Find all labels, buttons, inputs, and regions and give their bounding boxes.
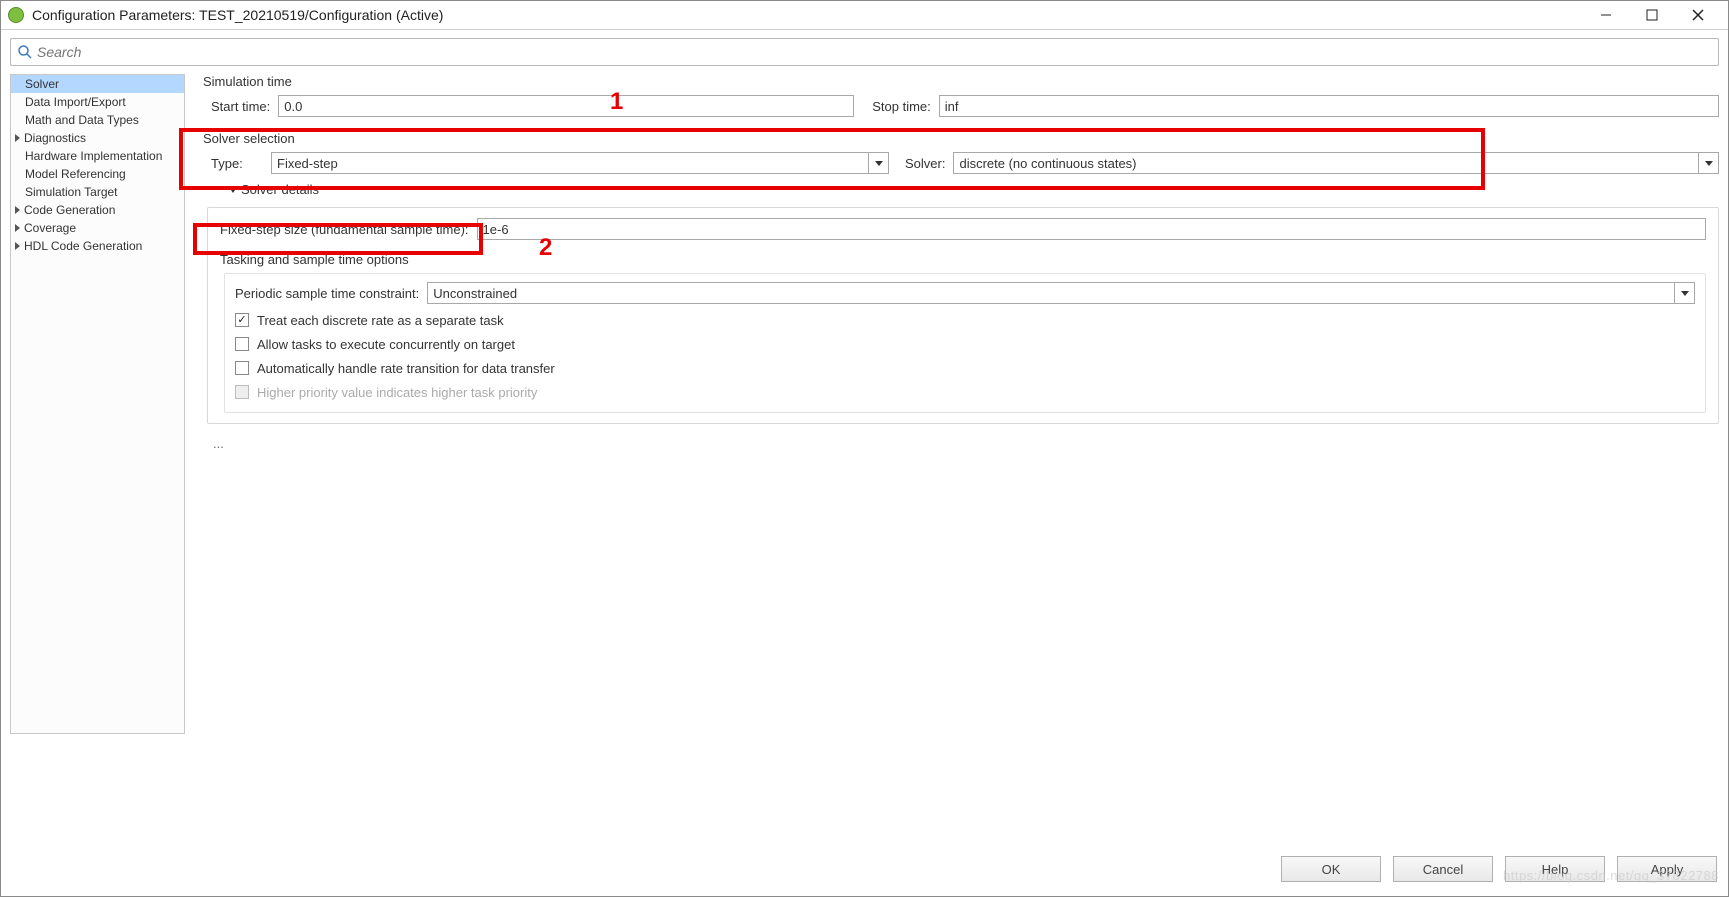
search-input[interactable]: [37, 39, 1712, 65]
help-button[interactable]: Help: [1505, 856, 1605, 882]
solver-selection-title: Solver selection: [203, 131, 1719, 146]
sidebar-item-label: Code Generation: [24, 203, 115, 217]
ok-button[interactable]: OK: [1281, 856, 1381, 882]
solver-label: Solver:: [905, 156, 945, 171]
main-area: Solver Data Import/Export Math and Data …: [0, 74, 1729, 734]
chevron-down-icon: [1698, 153, 1718, 173]
higher-priority-label: Higher priority value indicates higher t…: [257, 385, 537, 400]
sidebar-item-hardware-implementation[interactable]: Hardware Implementation: [11, 147, 184, 165]
sidebar-item-label: Math and Data Types: [25, 113, 139, 127]
ok-label: OK: [1322, 862, 1341, 877]
fixed-step-size-label: Fixed-step size (fundamental sample time…: [220, 222, 469, 237]
sidebar-item-solver[interactable]: Solver: [11, 75, 184, 93]
sidebar-item-simulation-target[interactable]: Simulation Target: [11, 183, 184, 201]
sidebar-item-coverage[interactable]: Coverage: [11, 219, 184, 237]
solver-selection-group: Solver selection Type: Fixed-step Solver…: [203, 131, 1719, 174]
rate-transition-label: Automatically handle rate transition for…: [257, 361, 555, 376]
app-icon: [8, 7, 24, 23]
concurrent-tasks-checkbox[interactable]: [235, 337, 249, 351]
solver-details-title: Solver details: [241, 182, 319, 197]
close-button[interactable]: [1675, 0, 1721, 30]
sidebar-item-model-referencing[interactable]: Model Referencing: [11, 165, 184, 183]
sidebar-item-data-import-export[interactable]: Data Import/Export: [11, 93, 184, 111]
fixed-step-size-input[interactable]: [477, 218, 1706, 240]
sidebar-item-label: Diagnostics: [24, 131, 86, 145]
solver-details-expander[interactable]: Solver details: [229, 182, 1719, 197]
cancel-button[interactable]: Cancel: [1393, 856, 1493, 882]
discrete-rate-label: Treat each discrete rate as a separate t…: [257, 313, 504, 328]
start-time-input[interactable]: [278, 95, 854, 117]
cancel-label: Cancel: [1423, 862, 1463, 877]
periodic-constraint-value: Unconstrained: [428, 286, 1674, 301]
solver-value: discrete (no continuous states): [954, 156, 1698, 171]
title-bar: Configuration Parameters: TEST_20210519/…: [0, 0, 1729, 30]
sidebar-item-label: Data Import/Export: [25, 95, 126, 109]
periodic-constraint-label: Periodic sample time constraint:: [235, 286, 419, 301]
sidebar-item-code-generation[interactable]: Code Generation: [11, 201, 184, 219]
maximize-icon: [1646, 9, 1658, 21]
stop-time-label: Stop time:: [872, 99, 931, 114]
content-panel: Simulation time Start time: Stop time: S…: [185, 74, 1719, 734]
maximize-button[interactable]: [1629, 0, 1675, 30]
type-value: Fixed-step: [272, 156, 868, 171]
simulation-time-group: Simulation time Start time: Stop time:: [203, 74, 1719, 117]
tasking-options-title: Tasking and sample time options: [220, 252, 1706, 267]
stop-time-input[interactable]: [939, 95, 1719, 117]
higher-priority-checkbox: [235, 385, 249, 399]
minimize-button[interactable]: [1583, 0, 1629, 30]
apply-button[interactable]: Apply: [1617, 856, 1717, 882]
help-label: Help: [1542, 862, 1569, 877]
apply-label: Apply: [1651, 862, 1684, 877]
sidebar-item-label: Hardware Implementation: [25, 149, 162, 163]
sidebar: Solver Data Import/Export Math and Data …: [10, 74, 185, 734]
rate-transition-checkbox[interactable]: [235, 361, 249, 375]
minimize-icon: [1600, 9, 1612, 21]
sidebar-item-label: Solver: [25, 77, 59, 91]
sidebar-item-label: Model Referencing: [25, 167, 126, 181]
button-bar: OK Cancel Help Apply: [1281, 856, 1717, 882]
close-icon: [1692, 9, 1704, 21]
window-title: Configuration Parameters: TEST_20210519/…: [32, 7, 1583, 23]
sidebar-item-math-data-types[interactable]: Math and Data Types: [11, 111, 184, 129]
discrete-rate-checkbox[interactable]: [235, 313, 249, 327]
sidebar-item-hdl-code-generation[interactable]: HDL Code Generation: [11, 237, 184, 255]
more-indicator: ...: [213, 436, 1719, 451]
simulation-time-title: Simulation time: [203, 74, 1719, 89]
search-icon: [17, 44, 33, 60]
sidebar-item-label: Simulation Target: [25, 185, 118, 199]
type-label: Type:: [211, 156, 263, 171]
search-bar[interactable]: [10, 38, 1719, 66]
concurrent-tasks-label: Allow tasks to execute concurrently on t…: [257, 337, 515, 352]
periodic-constraint-dropdown[interactable]: Unconstrained: [427, 282, 1695, 304]
solver-details-panel: Fixed-step size (fundamental sample time…: [207, 207, 1719, 424]
sidebar-item-label: Coverage: [24, 221, 76, 235]
solver-dropdown[interactable]: discrete (no continuous states): [953, 152, 1719, 174]
annotation-label-1: 1: [610, 88, 623, 116]
chevron-down-icon: [1674, 283, 1694, 303]
sidebar-item-diagnostics[interactable]: Diagnostics: [11, 129, 184, 147]
annotation-label-2: 2: [539, 234, 552, 262]
start-time-label: Start time:: [211, 99, 270, 114]
type-dropdown[interactable]: Fixed-step: [271, 152, 889, 174]
tasking-options-panel: Periodic sample time constraint: Unconst…: [224, 273, 1706, 413]
chevron-down-icon: [868, 153, 888, 173]
sidebar-item-label: HDL Code Generation: [24, 239, 142, 253]
